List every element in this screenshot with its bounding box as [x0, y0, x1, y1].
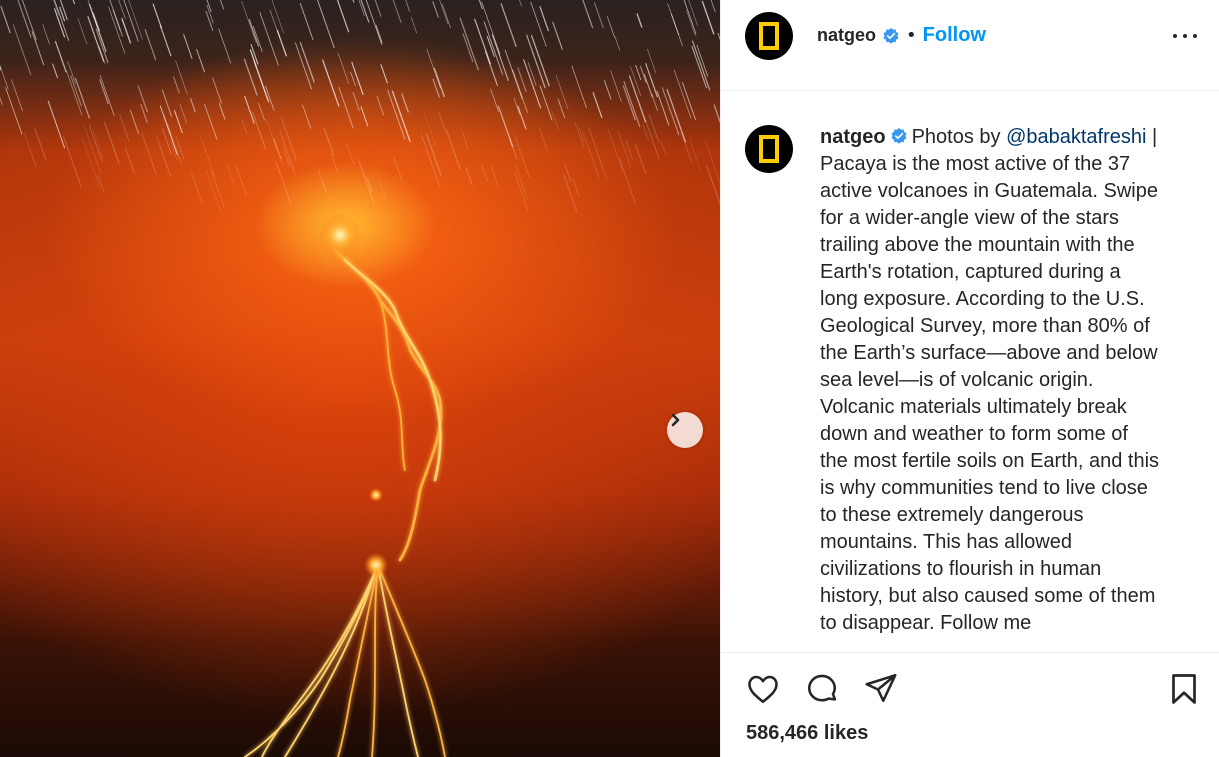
username-link[interactable]: natgeo	[817, 25, 876, 46]
chevron-right-icon	[671, 413, 680, 427]
avatar[interactable]	[745, 125, 793, 173]
caption-line: is why communities tend to live close	[820, 477, 1148, 499]
avatar[interactable]	[745, 12, 793, 60]
star-trails	[0, 0, 720, 215]
caption-prefix: Photos by	[911, 126, 1001, 148]
caption-line: Volcanic materials ultimately break	[820, 396, 1127, 418]
paper-plane-icon[interactable]	[863, 670, 899, 706]
caption-line: the Earth’s surface—above and below	[820, 342, 1158, 364]
caption-username[interactable]: natgeo	[820, 126, 886, 148]
caption-line: sea level—is of volcanic origin.	[820, 369, 1094, 391]
verified-badge-icon	[883, 27, 899, 44]
likes-count[interactable]: 586,466 likes	[746, 722, 868, 745]
caption-line: active volcanoes in Guatemala. Swipe	[820, 180, 1158, 202]
bookmark-icon[interactable]	[1166, 671, 1202, 707]
caption-line: Earth's rotation, captured during a	[820, 261, 1121, 283]
caption-line: long exposure. According to the U.S.	[820, 288, 1145, 310]
post-caption: natgeo Photos by @babaktafreshi | Pacaya …	[820, 124, 1190, 637]
lava-flows	[244, 248, 446, 757]
caption-line: Pacaya is the most active of the 37	[820, 153, 1131, 175]
separator-dot: •	[906, 25, 917, 46]
heart-icon[interactable]	[745, 671, 781, 707]
caption-line: mountains. This has allowed	[820, 531, 1072, 553]
post-header: natgeo • Follow	[721, 0, 1219, 91]
follow-button[interactable]: Follow	[923, 24, 986, 47]
natgeo-logo-icon	[759, 22, 779, 50]
caption-line: to disappear. Follow me	[820, 612, 1032, 634]
actions-divider	[721, 652, 1219, 653]
comment-icon[interactable]	[804, 671, 840, 707]
caption-line: civilizations to flourish in human	[820, 558, 1102, 580]
mention-link[interactable]: @babaktafreshi	[1006, 126, 1146, 148]
caption-line: Geological Survey, more than 80% of	[820, 315, 1150, 337]
more-options-icon[interactable]	[1173, 30, 1197, 42]
caption-line: trailing above the mountain with the	[820, 234, 1135, 256]
caption-line: the most fertile soils on Earth, and thi…	[820, 450, 1160, 472]
header-user: natgeo • Follow	[817, 24, 986, 47]
caption-pipe: |	[1146, 126, 1158, 148]
photo-artwork	[0, 0, 720, 757]
caption-line: history, but also caused some of them	[820, 585, 1156, 607]
caption-line: to these extremely dangerous	[820, 504, 1084, 526]
post-details-panel: natgeo • Follow natgeo Photos by @babakta…	[721, 0, 1219, 757]
post-photo	[0, 0, 720, 757]
caption-line: for a wider-angle view of the stars	[820, 207, 1120, 229]
next-image-button[interactable]	[667, 412, 703, 448]
caption-area[interactable]: natgeo Photos by @babaktafreshi | Pacaya …	[721, 91, 1219, 652]
natgeo-logo-icon	[759, 135, 779, 163]
caption-line: down and weather to form some of	[820, 423, 1128, 445]
verified-badge-icon	[891, 127, 907, 144]
caption-text: Pacaya is the most active of the 37 activ…	[820, 151, 1190, 637]
